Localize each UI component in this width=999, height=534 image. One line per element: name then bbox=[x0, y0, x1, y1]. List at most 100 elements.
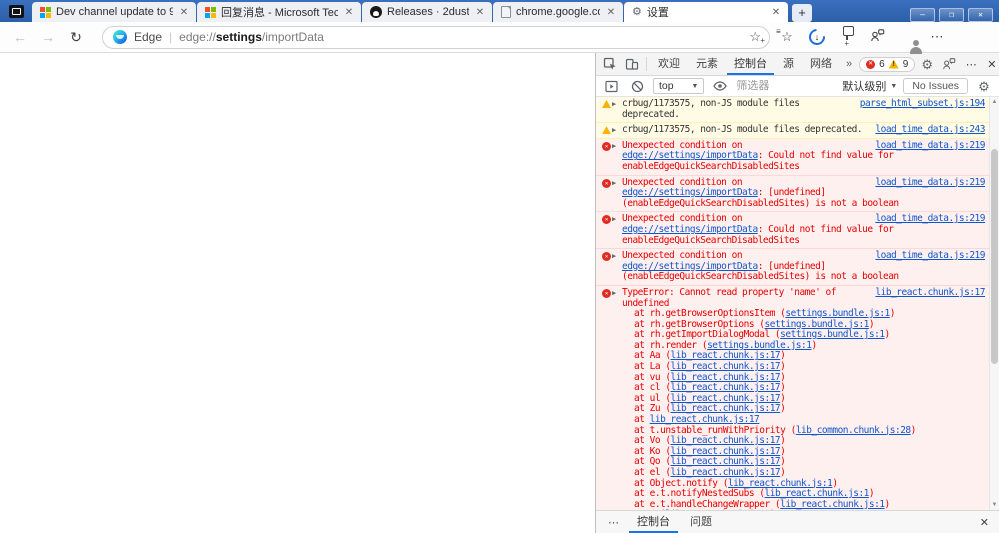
chevron-down-icon: ▼ bbox=[890, 82, 898, 90]
stack-link[interactable]: settings.bundle.js:1 bbox=[765, 319, 870, 330]
stack-link[interactable]: lib_react.chunk.js:17 bbox=[671, 382, 781, 393]
console-settings-icon[interactable]: ⚙ bbox=[974, 80, 994, 93]
tab-close-icon[interactable]: ✕ bbox=[178, 7, 190, 18]
stack-link[interactable]: lib_common.chunk.js:28 bbox=[796, 425, 911, 436]
expand-caret-icon[interactable]: ▶ bbox=[612, 141, 616, 152]
favorites-icon[interactable]: ☆ bbox=[774, 27, 800, 45]
issues-badge[interactable]: 6 9 bbox=[859, 56, 916, 72]
source-link[interactable]: load_time_data.js:243 bbox=[875, 125, 985, 136]
gear-icon: ⚙ bbox=[632, 5, 642, 18]
collections-button[interactable] bbox=[834, 28, 860, 46]
stack-link[interactable]: lib_react.chunk.js:17 bbox=[650, 414, 760, 425]
context-selector[interactable]: top ▼ bbox=[653, 78, 705, 94]
devtools-tab-network[interactable]: 网络 bbox=[803, 53, 839, 75]
new-tab-button[interactable]: + bbox=[792, 4, 812, 22]
scroll-down-icon[interactable]: ▼ bbox=[990, 500, 999, 510]
source-link[interactable]: parse_html_subset.js:194 bbox=[860, 98, 986, 110]
downloads-button[interactable]: ↓ bbox=[804, 25, 830, 49]
devtools-tab-welcome[interactable]: 欢迎 bbox=[651, 53, 687, 75]
tab-actions-button[interactable] bbox=[3, 2, 29, 20]
devtools-feedback-button[interactable] bbox=[939, 57, 959, 71]
tab-close-icon[interactable]: ✕ bbox=[343, 7, 355, 18]
close-button[interactable]: ✕ bbox=[968, 8, 993, 22]
console-sidebar-toggle[interactable] bbox=[601, 80, 621, 93]
toolbar-divider bbox=[646, 57, 647, 71]
add-favorite-icon[interactable]: ☆ + bbox=[749, 29, 765, 45]
expand-caret-icon[interactable]: ▶ bbox=[612, 214, 616, 225]
stack-link[interactable]: lib_react.chunk.js:17 bbox=[671, 467, 781, 478]
stack-link[interactable]: lib_react.chunk.js:17 bbox=[671, 403, 781, 415]
clear-console-button[interactable] bbox=[627, 80, 647, 93]
address-label: Edge bbox=[134, 30, 163, 44]
console-scrollbar[interactable]: ▲ ▼ bbox=[989, 97, 999, 510]
restore-button[interactable]: ❐ bbox=[939, 8, 964, 22]
source-link[interactable]: lib_react.chunk.js:17 bbox=[875, 287, 985, 299]
device-toolbar-button[interactable] bbox=[622, 57, 642, 71]
message-link[interactable]: edge://settings/importData bbox=[622, 261, 758, 272]
feedback-button[interactable] bbox=[864, 28, 890, 46]
devtools-close-icon[interactable]: ✕ bbox=[983, 58, 999, 71]
tab-close-icon[interactable]: ✕ bbox=[474, 7, 486, 18]
source-link[interactable]: load_time_data.js:219 bbox=[875, 214, 985, 225]
drawer-menu-button[interactable]: ⋯ bbox=[602, 516, 625, 529]
expand-caret-icon[interactable]: ▶ bbox=[612, 178, 616, 189]
source-link[interactable]: load_time_data.js:219 bbox=[875, 251, 985, 262]
stack-link[interactable]: lib_react.chunk.js:17 bbox=[671, 361, 781, 372]
tab-dev-channel[interactable]: Dev channel update to 91.0.838 ✕ bbox=[32, 2, 196, 22]
drawer-tab-console[interactable]: 控制台 bbox=[629, 511, 678, 533]
stack-link[interactable]: lib_react.chunk.js:1 bbox=[665, 509, 770, 511]
stack-link[interactable]: lib_react.chunk.js:17 bbox=[671, 372, 781, 383]
log-level-selector[interactable]: 默认级别 ▼ bbox=[842, 78, 897, 94]
scrollbar-thumb[interactable] bbox=[991, 149, 998, 364]
collections-icon bbox=[846, 28, 848, 46]
devtools-tab-console[interactable]: 控制台 bbox=[727, 53, 774, 75]
stack-link[interactable]: lib_react.chunk.js:17 bbox=[671, 456, 781, 468]
stack-link[interactable]: settings.bundle.js:1 bbox=[780, 329, 885, 340]
tab-chrome-google[interactable]: chrome.google.com ✕ bbox=[493, 2, 623, 22]
devtools-menu-button[interactable]: ⋯ bbox=[961, 58, 981, 71]
drawer-tab-issues[interactable]: 问题 bbox=[682, 511, 720, 533]
stack-link[interactable]: lib_react.chunk.js:17 bbox=[671, 435, 781, 446]
expand-caret-icon[interactable]: ▶ bbox=[612, 288, 616, 299]
console-filter-input[interactable] bbox=[736, 80, 829, 92]
message-link[interactable]: edge://settings/importData bbox=[622, 224, 758, 235]
browser-menu-button[interactable]: ⋯ bbox=[924, 29, 950, 45]
message-link[interactable]: edge://settings/importData bbox=[622, 187, 758, 198]
devtools-tab-elements[interactable]: 元素 bbox=[689, 53, 725, 75]
tab-settings[interactable]: ⚙ 设置 ✕ bbox=[624, 2, 788, 22]
refresh-button[interactable]: ↻ bbox=[64, 29, 88, 46]
live-expression-button[interactable] bbox=[710, 81, 730, 91]
message-link[interactable]: edge://settings/importData bbox=[622, 150, 758, 162]
more-tabs-button[interactable]: » bbox=[841, 58, 857, 70]
expand-caret-icon[interactable]: ▶ bbox=[612, 125, 616, 136]
stack-link[interactable]: lib_react.chunk.js:17 bbox=[671, 393, 781, 404]
tab-close-icon[interactable]: ✕ bbox=[770, 7, 782, 18]
expand-caret-icon[interactable]: ▶ bbox=[612, 251, 616, 262]
stack-link[interactable]: lib_react.chunk.js:1 bbox=[780, 499, 885, 510]
tab-github-releases[interactable]: Releases · 2dust/v2rayN · GitH ✕ bbox=[362, 2, 492, 22]
stack-link[interactable]: lib_react.chunk.js:1 bbox=[765, 488, 870, 499]
source-link[interactable]: load_time_data.js:219 bbox=[875, 177, 985, 189]
stack-link[interactable]: settings.bundle.js:1 bbox=[785, 308, 890, 319]
minimize-button[interactable]: — bbox=[910, 8, 935, 22]
settings-page-blank bbox=[0, 53, 595, 533]
stack-link[interactable]: lib_react.chunk.js:1 bbox=[728, 478, 833, 489]
tab-tech-community[interactable]: 回复消息 - Microsoft Tech Co ✕ bbox=[197, 2, 361, 22]
stack-link[interactable]: lib_react.chunk.js:17 bbox=[671, 446, 781, 457]
expand-caret-icon[interactable]: ▶ bbox=[612, 99, 616, 110]
source-link[interactable]: load_time_data.js:219 bbox=[875, 140, 985, 152]
devtools-panel: 欢迎 元素 控制台 源 网络 » 6 9 ⚙ ⋯ ✕ bbox=[595, 53, 999, 533]
stack-link[interactable]: lib_react.chunk.js:17 bbox=[671, 350, 781, 362]
tab-close-icon[interactable]: ✕ bbox=[605, 7, 617, 18]
devtools-settings-icon[interactable]: ⚙ bbox=[917, 58, 937, 71]
back-button[interactable]: ← bbox=[8, 29, 32, 45]
inspect-element-button[interactable] bbox=[600, 57, 620, 71]
devtools-tab-sources[interactable]: 源 bbox=[776, 53, 801, 75]
error-icon bbox=[602, 141, 611, 151]
drawer-close-icon[interactable]: ✕ bbox=[976, 516, 993, 529]
no-issues-button[interactable]: No Issues bbox=[903, 78, 968, 94]
scroll-up-icon[interactable]: ▲ bbox=[990, 97, 999, 107]
stack-link[interactable]: settings.bundle.js:1 bbox=[707, 340, 812, 351]
forward-button[interactable]: → bbox=[36, 29, 60, 45]
address-bar[interactable]: Edge | edge://settings/importData ☆ + bbox=[102, 25, 770, 49]
